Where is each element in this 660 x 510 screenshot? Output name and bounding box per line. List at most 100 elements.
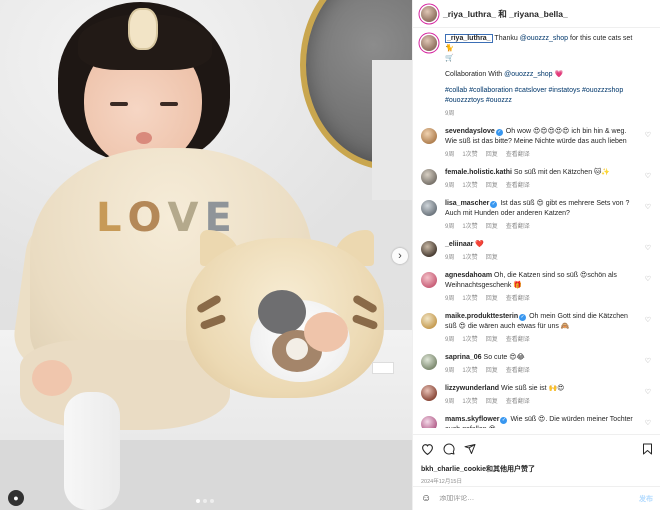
comment-username[interactable]: lisa_mascher bbox=[445, 200, 489, 207]
comment-reply-button[interactable]: 回复 bbox=[486, 366, 498, 376]
comment-reply-button[interactable]: 回复 bbox=[486, 150, 498, 160]
comment-reply-button[interactable]: 回复 bbox=[486, 253, 498, 263]
commenter-avatar[interactable] bbox=[421, 354, 437, 370]
grey-kitten-plush bbox=[258, 290, 306, 334]
emoji-icon[interactable]: ☺ bbox=[421, 493, 431, 504]
comment-username[interactable]: agnesdahoam bbox=[445, 272, 492, 279]
mention-link[interactable]: @ouozzz_shop bbox=[520, 35, 568, 42]
heart-icon[interactable] bbox=[421, 443, 434, 455]
comment-input[interactable] bbox=[439, 495, 639, 502]
caption-time[interactable]: 9周 bbox=[445, 109, 454, 119]
comment-username[interactable]: _eliinaar bbox=[445, 241, 473, 248]
comment-like-heart-icon[interactable]: ♡ bbox=[645, 172, 651, 180]
caption-line: _riya_luthra_ Thanku @ouozzz_shop for th… bbox=[445, 34, 635, 54]
comment-like-count[interactable]: 1次赞 bbox=[462, 294, 477, 304]
hashtags[interactable]: #ouozzztoys #ouozzz bbox=[445, 96, 635, 106]
post-comment-button[interactable]: 发布 bbox=[639, 494, 653, 504]
comment-username[interactable]: female.holistic.kathi bbox=[445, 169, 512, 176]
share-icon[interactable] bbox=[464, 443, 476, 455]
commenter-avatar[interactable] bbox=[421, 200, 437, 216]
comment-like-heart-icon[interactable]: ♡ bbox=[645, 388, 651, 396]
sweater-letter: V bbox=[167, 195, 205, 241]
commenter-avatar[interactable] bbox=[421, 128, 437, 144]
comment-body: maike.produkttesterin ✓ Oh mein Gott sind… bbox=[445, 312, 651, 345]
comment-reply-button[interactable]: 回复 bbox=[486, 397, 498, 407]
caption-username[interactable]: _riya_luthra_ bbox=[445, 34, 493, 43]
comment-like-heart-icon[interactable]: ♡ bbox=[645, 316, 651, 324]
comment-username[interactable]: maike.produkttesterin bbox=[445, 313, 518, 320]
comment-meta: 9周 1次赞 回复 bbox=[445, 253, 635, 263]
comment-like-heart-icon[interactable]: ♡ bbox=[645, 203, 651, 211]
comment-username[interactable]: sevendayslove bbox=[445, 128, 495, 135]
comment-like-heart-icon[interactable]: ♡ bbox=[645, 131, 651, 139]
comment-time[interactable]: 9周 bbox=[445, 222, 454, 232]
comment-like-count[interactable]: 1次赞 bbox=[462, 335, 477, 345]
see-translation-button[interactable]: 查看翻译 bbox=[506, 397, 530, 407]
child-eye-left bbox=[110, 102, 128, 106]
commenter-avatar[interactable] bbox=[421, 313, 437, 329]
post-side-panel: _riya_luthra_ 和 _riyana_bella_ _riya_lut… bbox=[412, 0, 660, 510]
see-translation-button[interactable]: 查看翻译 bbox=[506, 222, 530, 232]
child-eye-right bbox=[160, 102, 178, 106]
comment-like-count[interactable]: 1次赞 bbox=[462, 253, 477, 263]
comment-meta: 9周 1次赞 回复 查看翻译 bbox=[445, 335, 635, 345]
see-translation-button[interactable]: 查看翻译 bbox=[506, 181, 530, 191]
see-translation-button[interactable]: 查看翻译 bbox=[506, 294, 530, 304]
comment-like-count[interactable]: 1次赞 bbox=[462, 181, 477, 191]
comment-username[interactable]: lizzywunderland bbox=[445, 385, 499, 392]
comment-like-heart-icon[interactable]: ♡ bbox=[645, 357, 651, 365]
comment-like-count[interactable]: 1次赞 bbox=[462, 150, 477, 160]
child-hand-right bbox=[304, 312, 348, 352]
comment-body: lisa_mascher ✓ Ist das süß 😍 gibt es mehr… bbox=[445, 199, 651, 232]
comment-time[interactable]: 9周 bbox=[445, 150, 454, 160]
see-translation-button[interactable]: 查看翻译 bbox=[506, 366, 530, 376]
author-avatar[interactable] bbox=[421, 5, 437, 22]
comment-time[interactable]: 9周 bbox=[445, 366, 454, 376]
comment-username[interactable]: saprina_06 bbox=[445, 354, 482, 361]
see-translation-button[interactable]: 查看翻译 bbox=[506, 150, 530, 160]
comment-reply-button[interactable]: 回复 bbox=[486, 335, 498, 345]
comment-time[interactable]: 9周 bbox=[445, 335, 454, 345]
comment-body: saprina_06 So cute 😍😂 9周 1次赞 回复 查看翻译 bbox=[445, 353, 651, 376]
commenter-avatar[interactable] bbox=[421, 169, 437, 185]
commenter-avatar[interactable] bbox=[421, 241, 437, 257]
comment-like-count[interactable]: 1次赞 bbox=[462, 366, 477, 376]
verified-badge-icon: ✓ bbox=[500, 417, 508, 424]
commenter-avatar[interactable] bbox=[421, 385, 437, 401]
comment-reply-button[interactable]: 回复 bbox=[486, 294, 498, 304]
wall-strip bbox=[372, 60, 412, 200]
comment-time[interactable]: 9周 bbox=[445, 181, 454, 191]
commenter-avatar[interactable] bbox=[421, 416, 437, 428]
caption-text: Thanku bbox=[492, 35, 520, 42]
tagged-user-icon[interactable]: ● bbox=[8, 490, 24, 506]
caption-avatar[interactable] bbox=[421, 35, 437, 51]
comment-icon[interactable] bbox=[443, 443, 455, 455]
commenter-avatar[interactable] bbox=[421, 272, 437, 288]
comment-body: female.holistic.kathi So süß mit den Kät… bbox=[445, 168, 651, 191]
comment-like-count[interactable]: 1次赞 bbox=[462, 222, 477, 232]
hashtags[interactable]: #collab #collaboration #catslover #insta… bbox=[445, 86, 635, 96]
comment-like-heart-icon[interactable]: ♡ bbox=[645, 244, 651, 252]
post-authors[interactable]: _riya_luthra_ 和 _riyana_bella_ bbox=[443, 8, 568, 20]
next-slide-chevron-icon[interactable]: › bbox=[392, 248, 408, 264]
comment-like-heart-icon[interactable]: ♡ bbox=[645, 275, 651, 283]
comment-time[interactable]: 9周 bbox=[445, 397, 454, 407]
comment-username[interactable]: mams.skyflower bbox=[445, 416, 499, 423]
comment-like-count[interactable]: 1次赞 bbox=[462, 397, 477, 407]
comment-row: lizzywunderland Wie süß sie ist 🙌😍 9周 1次赞回… bbox=[421, 384, 651, 407]
comment-time[interactable]: 9周 bbox=[445, 294, 454, 304]
see-translation-button[interactable]: 查看翻译 bbox=[506, 335, 530, 345]
mention-link[interactable]: @ouozzz_shop bbox=[504, 71, 552, 78]
post-photo[interactable]: LOVE › ● bbox=[0, 0, 412, 510]
comment-row: lisa_mascher ✓ Ist das süß 😍 gibt es mehr… bbox=[421, 199, 651, 232]
post-caption: _riya_luthra_ Thanku @ouozzz_shop for th… bbox=[421, 34, 651, 119]
liked-by[interactable]: bkh_charlie_cookie和其他用户赞了 bbox=[421, 464, 653, 474]
comment-reply-button[interactable]: 回复 bbox=[486, 222, 498, 232]
comments-scroll-area[interactable]: _riya_luthra_ Thanku @ouozzz_shop for th… bbox=[413, 28, 660, 428]
comment-row: mams.skyflower ✓ Wie süß 😍. Die würden me… bbox=[421, 415, 651, 428]
comment-text: ❤️ bbox=[475, 241, 485, 248]
comment-like-heart-icon[interactable]: ♡ bbox=[645, 419, 651, 427]
comment-time[interactable]: 9周 bbox=[445, 253, 454, 263]
bookmark-icon[interactable] bbox=[642, 443, 653, 455]
comment-reply-button[interactable]: 回复 bbox=[486, 181, 498, 191]
